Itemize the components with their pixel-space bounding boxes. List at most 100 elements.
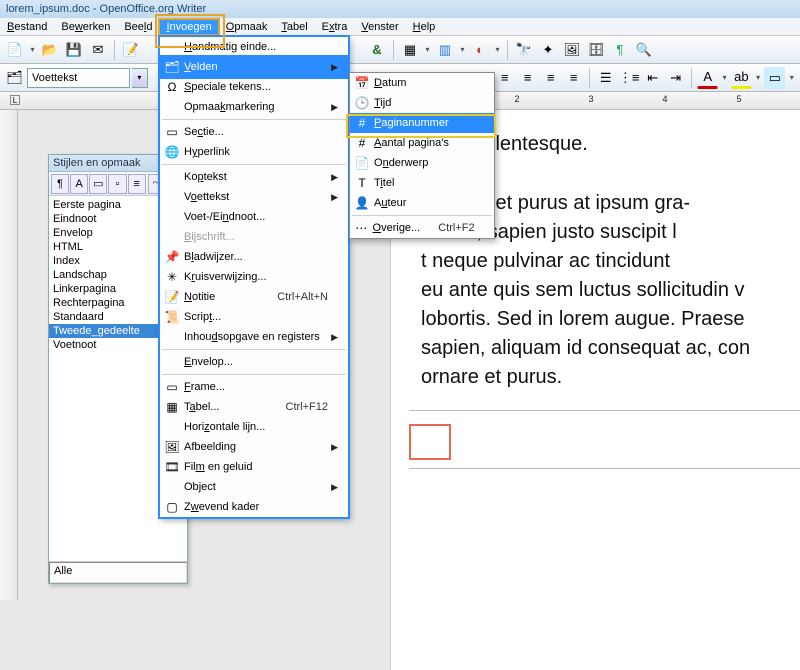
paragraph-styles-icon[interactable]: ¶: [51, 174, 69, 194]
menu-item-envelop-[interactable]: Envelop...: [160, 352, 348, 372]
highlight-icon[interactable]: ab: [731, 67, 752, 89]
menu-extra[interactable]: Extra: [315, 19, 355, 35]
save-icon[interactable]: 💾: [63, 39, 85, 61]
menu-item-label: Object: [184, 481, 328, 493]
find-icon[interactable]: 🔭: [513, 39, 535, 61]
menu-item-titel[interactable]: TTitel: [350, 173, 494, 193]
align-left-icon[interactable]: ≡: [494, 67, 515, 89]
menu-item-sectie-[interactable]: ▭Sectie...: [160, 122, 348, 142]
navigator-icon[interactable]: ✦: [537, 39, 559, 61]
menu-item-paginanummer[interactable]: #Paginanummer: [350, 113, 494, 133]
outdent-icon[interactable]: ⇤: [642, 67, 663, 89]
menu-icon: 🌐: [160, 145, 184, 159]
styles-filter-select[interactable]: Alle: [49, 562, 187, 583]
menu-icon: 📅: [350, 76, 374, 90]
menu-item-handmatig-einde-[interactable]: Handmatig einde...: [160, 37, 348, 57]
menu-item-bijschrift-: Bijschrift...: [160, 227, 348, 247]
ruler-tab-toggle[interactable]: L: [10, 95, 20, 105]
new-dropdown[interactable]: ▾: [28, 45, 37, 54]
standard-toolbar: 📄▾ 📂 💾 ✉ 📝 & ▦▾ ▥▾ ◐▾ 🔭 ✦ 🖼 🗄 ¶ 🔍: [0, 36, 800, 64]
menu-shortcut: Ctrl+F12: [286, 401, 329, 413]
menu-bewerken[interactable]: Bewerken: [54, 19, 117, 35]
bg-color-icon[interactable]: ▭: [764, 67, 785, 89]
menu-item-frame-[interactable]: ▭Frame...: [160, 377, 348, 397]
email-icon[interactable]: ✉: [87, 39, 109, 61]
table-icon[interactable]: ▦: [399, 39, 421, 61]
menu-item-tijd[interactable]: 🕒Tijd: [350, 93, 494, 113]
menu-item-hyperlink[interactable]: 🌐Hyperlink: [160, 142, 348, 162]
menu-item-film-en-geluid[interactable]: 🎞Film en geluid: [160, 457, 348, 477]
menu-item-horizontale-lijn-[interactable]: Horizontale lijn...: [160, 417, 348, 437]
menu-icon: T: [350, 176, 374, 190]
menu-item-voettekst[interactable]: Voettekst▶: [160, 187, 348, 207]
page-styles-icon[interactable]: ▫: [108, 174, 126, 194]
indent-icon[interactable]: ⇥: [665, 67, 686, 89]
align-right-icon[interactable]: ≡: [540, 67, 561, 89]
menu-item-auteur[interactable]: 👤Auteur: [350, 193, 494, 213]
numbered-list-icon[interactable]: ☰: [595, 67, 616, 89]
ruler-numbers: 2345: [480, 94, 776, 104]
menu-item-script-[interactable]: 📜Script...: [160, 307, 348, 327]
menu-icon: ▦: [160, 400, 184, 414]
menu-item-inhoudsopgave-en-registers[interactable]: Inhoudsopgave en registers▶: [160, 327, 348, 347]
menu-item-velden[interactable]: 🗂Velden▶: [160, 57, 348, 77]
align-center-icon[interactable]: ≡: [517, 67, 538, 89]
nonprint-icon[interactable]: ¶: [609, 39, 631, 61]
menu-item-notitie[interactable]: 📝NotitieCtrl+Alt+N: [160, 287, 348, 307]
menu-item-afbeelding[interactable]: 🖼Afbeelding▶: [160, 437, 348, 457]
menu-item-label: Film en geluid: [184, 461, 328, 473]
menu-item-tabel-[interactable]: ▦Tabel...Ctrl+F12: [160, 397, 348, 417]
menu-opmaak[interactable]: Opmaak: [219, 19, 275, 35]
open-icon[interactable]: 📂: [39, 39, 61, 61]
menu-item-koptekst[interactable]: Koptekst▶: [160, 167, 348, 187]
character-styles-icon[interactable]: A: [70, 174, 88, 194]
menu-invoegen[interactable]: Invoegen: [159, 19, 218, 35]
menu-item-speciale-tekens-[interactable]: ΩSpeciale tekens...: [160, 77, 348, 97]
menu-item-kruisverwijzing-[interactable]: ✳Kruisverwijzing...: [160, 267, 348, 287]
new-doc-icon[interactable]: 📄: [4, 39, 26, 61]
menu-item-label: Zwevend kader: [184, 501, 328, 513]
frame-styles-icon[interactable]: ▭: [89, 174, 107, 194]
insert-menu-dropdown[interactable]: Handmatig einde...🗂Velden▶ΩSpeciale teke…: [159, 36, 349, 518]
menu-help[interactable]: Help: [406, 19, 443, 35]
zoom-icon[interactable]: 🔍: [633, 39, 655, 61]
menu-item-zwevend-kader[interactable]: ▢Zwevend kader: [160, 497, 348, 517]
menu-item-onderwerp[interactable]: 📄Onderwerp: [350, 153, 494, 173]
fields-submenu-dropdown[interactable]: 📅Datum🕒Tijd#Paginanummer#Aantal pagina's…: [349, 72, 495, 239]
footer-cursor-highlight: [409, 424, 451, 460]
style-dropdown[interactable]: ▾: [132, 68, 147, 88]
menu-item-overige-[interactable]: ⋯Overige...Ctrl+F2: [350, 218, 494, 238]
columns-icon[interactable]: ▥: [434, 39, 456, 61]
menu-item-label: Bijschrift...: [184, 231, 328, 243]
menu-item-label: Paginanummer: [374, 117, 474, 129]
shapes-icon[interactable]: ◐: [469, 39, 491, 61]
menu-item-aantal-pagina-s[interactable]: #Aantal pagina's: [350, 133, 494, 153]
menu-item-label: Kruisverwijzing...: [184, 271, 328, 283]
align-justify-icon[interactable]: ≡: [563, 67, 584, 89]
edit-doc-icon[interactable]: 📝: [120, 39, 142, 61]
menu-icon: 🗂: [160, 60, 184, 74]
bullet-list-icon[interactable]: ⋮≡: [618, 67, 640, 89]
paragraph-style-select[interactable]: Voettekst: [27, 68, 130, 88]
and-icon[interactable]: &: [366, 39, 388, 61]
menu-beeld[interactable]: Beeld: [117, 19, 159, 35]
styles-panel-toggle-icon[interactable]: 🗂: [4, 67, 25, 89]
font-color-icon[interactable]: A: [697, 67, 718, 89]
menu-item-object[interactable]: Object▶: [160, 477, 348, 497]
gallery-icon[interactable]: 🖼: [561, 39, 583, 61]
menu-item-label: Horizontale lijn...: [184, 421, 328, 433]
list-styles-icon[interactable]: ≡: [128, 174, 146, 194]
menu-venster[interactable]: Venster: [354, 19, 405, 35]
menu-item-label: Velden: [184, 61, 328, 73]
menu-item-opmaakmarkering[interactable]: Opmaakmarkering▶: [160, 97, 348, 117]
menu-item-voet-eindnoot-[interactable]: Voet-/Eindnoot...: [160, 207, 348, 227]
menu-item-bladwijzer-[interactable]: 📌Bladwijzer...: [160, 247, 348, 267]
menu-bestand[interactable]: Bestand: [0, 19, 54, 35]
vertical-ruler: [0, 110, 18, 600]
window-title: lorem_ipsum.doc - OpenOffice.org Writer: [6, 3, 206, 15]
datasource-icon[interactable]: 🗄: [585, 39, 607, 61]
menu-tabel[interactable]: Tabel: [274, 19, 314, 35]
table-dropdown[interactable]: ▾: [423, 45, 432, 54]
footer-boundary-top: [409, 410, 800, 411]
menu-item-datum[interactable]: 📅Datum: [350, 73, 494, 93]
